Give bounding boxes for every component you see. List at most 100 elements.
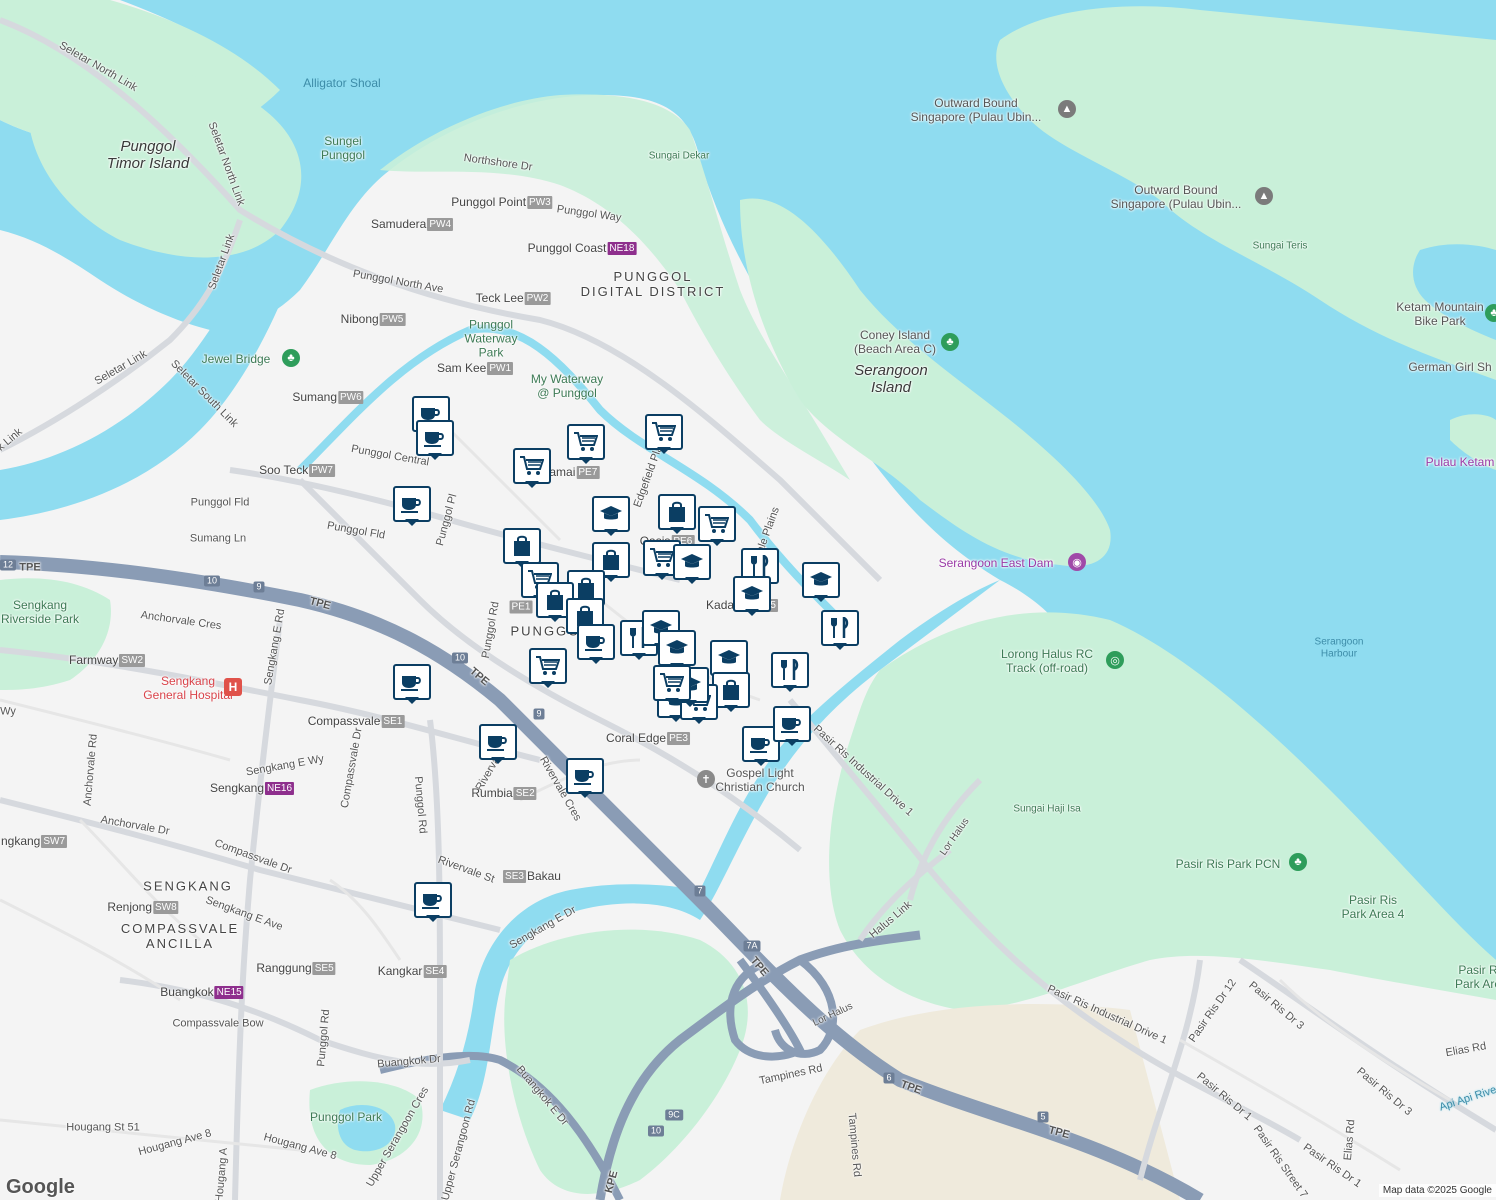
highway-exit-shield: 9C [665,1109,683,1121]
station-sam-kee[interactable]: Sam Kee PW1 [436,361,514,375]
station-name: Punggol Coast [527,241,607,255]
station-sumang[interactable]: Sumang PW6 [292,390,364,404]
label-pasir-ris-park-area-4: Pasir Ris Park Area 4 [1341,893,1405,921]
highway-exit-shield: 9 [533,708,545,720]
cafe-pin-icon[interactable] [393,664,431,704]
station-code: SW2 [119,653,146,667]
school-pin-icon[interactable] [802,562,840,602]
station-name: Buangkok [160,985,214,999]
label-lorong-halus-rc-track: Lorong Halus RC Track (off-road) [1000,647,1094,675]
station-soo-teck[interactable]: Soo Teck PW7 [259,463,335,477]
station-code: PW7 [309,463,335,477]
station-renjong[interactable]: Renjong SW8 [107,900,179,914]
label-serangoon-island: Serangoon Island [854,361,928,396]
label-gospel-light-church: Gospel Light Christian Church [715,766,805,794]
grocery-pin-icon[interactable] [645,414,683,454]
cafe-pin-icon[interactable] [479,724,517,764]
highway-exit-shield: 12 [0,559,17,571]
park-marker-icon[interactable]: ◎ [1106,651,1124,669]
hospital-marker-icon[interactable]: H [224,678,242,696]
park-marker-icon[interactable]: ♣ [1289,853,1307,871]
station-code: SE4 [423,964,447,978]
label-sumang-ln: Sumang Ln [189,532,247,545]
station-coral-edge[interactable]: Coral Edge PE3 [606,731,690,745]
label-pulau-ketam: Pulau Ketam [1425,455,1495,470]
map-canvas[interactable]: Alligator Shoal Sungei Punggol Punggol T… [0,0,1496,1200]
station-name: ngkang [0,834,41,848]
shopping-pin-icon[interactable] [503,528,541,568]
school-pin-icon[interactable] [673,544,711,584]
station-name: Bakau [526,869,561,883]
school-pin-icon[interactable] [592,496,630,536]
station-code: PW2 [524,291,551,305]
label-punggol-fld-1: Punggol Fld [190,496,250,509]
station-name: Ranggung [256,961,312,975]
station-farmway[interactable]: Farmway SW2 [69,653,146,667]
cafe-pin-icon[interactable] [414,882,452,922]
station-punggol[interactable]: PE1 [509,600,533,614]
grocery-pin-icon[interactable] [698,506,736,546]
station-punggol-point[interactable]: Punggol Point PW3 [451,195,553,209]
station-kangkar[interactable]: Kangkar SE4 [378,964,447,978]
park-marker-icon[interactable]: ♣ [1485,304,1496,322]
cafe-pin-icon[interactable] [393,486,431,526]
label-serangoon-east-dam: Serangoon East Dam [938,556,1054,571]
label-alligator-shoal: Alligator Shoal [303,76,381,91]
school-marker-icon[interactable]: ▲ [1058,100,1076,118]
shopping-pin-icon[interactable] [658,494,696,534]
restaurant-pin-icon[interactable] [771,652,809,692]
label-tpe-1: TPE [19,561,41,574]
label-sungai-teris: Sungai Teris [1252,240,1308,252]
label-wy: Wy [0,705,16,718]
highway-exit-shield: 6 [883,1072,895,1084]
station-code: SW7 [41,834,68,848]
station-ranggung[interactable]: Ranggung SE5 [256,961,336,975]
station-name: Samudera [370,217,427,231]
station-buangkok[interactable]: Buangkok NE15 [160,985,244,999]
label-outward-bound-1: Outward Bound Singapore (Pulau Ubin... [910,96,1042,124]
label-jewel-bridge: Jewel Bridge [201,352,271,367]
grocery-pin-icon[interactable] [567,424,605,464]
cafe-pin-icon[interactable] [566,758,604,798]
school-marker-icon[interactable]: ▲ [1255,187,1273,205]
label-punggol-waterway-park: Punggol Waterway Park [464,317,518,359]
cafe-pin-icon[interactable] [416,420,454,460]
label-pasir-ris-park: Pasir R Park Are [1454,963,1496,991]
station-nibong[interactable]: Nibong PW5 [341,312,406,326]
station-bakau[interactable]: SE3 Bakau [503,869,561,883]
school-pin-icon[interactable] [658,630,696,670]
label-punggol-timor-island: Punggol Timor Island [106,137,190,172]
park-marker-icon[interactable]: ♣ [941,333,959,351]
station-name: Kangkar [377,964,423,978]
station-rumbia[interactable]: Rumbia SE2 [471,786,537,800]
restaurant-pin-icon[interactable] [821,610,859,650]
station-name: Compassvale [307,714,381,728]
highway-exit-shield: 7 [694,885,706,897]
label-compassvale-bow: Compassvale Bow [172,1017,264,1030]
station-punggol-coast[interactable]: Punggol Coast NE18 [528,241,637,255]
church-marker-icon[interactable]: ✝ [697,770,715,788]
station-sengkang[interactable]: Sengkang NE16 [210,781,295,795]
station-code: PW3 [527,195,553,209]
school-pin-icon[interactable] [733,576,771,616]
label-punggol-digital-district: PUNGGOL DIGITAL DISTRICT [580,269,726,299]
label-compassvale-ancilla: COMPASSVALE ANCILLA [120,921,240,951]
station-samudera[interactable]: Samudera PW4 [370,217,454,231]
camera-marker-icon[interactable]: ◉ [1068,553,1086,571]
station-compassvale[interactable]: Compassvale SE1 [308,714,405,728]
grocery-pin-icon[interactable] [653,665,691,705]
park-marker-icon[interactable]: ♣ [282,349,300,367]
label-outward-bound-2: Outward Bound Singapore (Pulau Ubin... [1110,183,1242,211]
cafe-pin-icon[interactable] [577,624,615,664]
grocery-pin-icon[interactable] [513,448,551,488]
station-teck-lee[interactable]: Teck Lee PW2 [476,291,551,305]
station-code: NE15 [214,985,244,999]
station-name: Sam Kee [436,361,487,375]
label-ketam-mountain: Ketam Mountain Bike Park [1396,300,1484,328]
cafe-pin-icon[interactable] [773,706,811,746]
highway-exit-shield: 7A [743,940,761,952]
highway-exit-shield: 5 [1037,1111,1049,1123]
station-sengkang-west[interactable]: ngkang SW7 [0,834,68,848]
grocery-pin-icon[interactable] [529,648,567,688]
station-code: PE1 [509,600,533,614]
